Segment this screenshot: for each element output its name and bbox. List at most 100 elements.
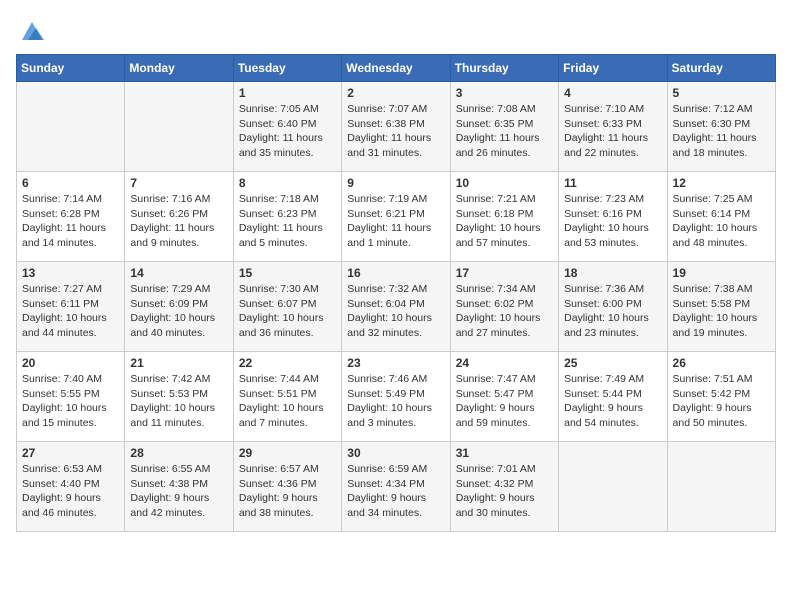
day-number: 29 xyxy=(239,446,336,460)
day-info: Sunrise: 7:25 AMSunset: 6:14 PMDaylight:… xyxy=(673,192,770,251)
weekday-header: Tuesday xyxy=(233,55,341,82)
calendar-cell: 14 Sunrise: 7:29 AMSunset: 6:09 PMDayligh… xyxy=(125,262,233,352)
page-header xyxy=(16,16,776,44)
day-number: 31 xyxy=(456,446,553,460)
day-info: Sunrise: 7:23 AMSunset: 6:16 PMDaylight:… xyxy=(564,192,661,251)
calendar-header-row: SundayMondayTuesdayWednesdayThursdayFrid… xyxy=(17,55,776,82)
day-info: Sunrise: 7:10 AMSunset: 6:33 PMDaylight:… xyxy=(564,102,661,161)
day-number: 25 xyxy=(564,356,661,370)
day-number: 14 xyxy=(130,266,227,280)
day-number: 30 xyxy=(347,446,444,460)
day-info: Sunrise: 7:46 AMSunset: 5:49 PMDaylight:… xyxy=(347,372,444,431)
day-info: Sunrise: 7:08 AMSunset: 6:35 PMDaylight:… xyxy=(456,102,553,161)
day-info: Sunrise: 7:29 AMSunset: 6:09 PMDaylight:… xyxy=(130,282,227,341)
calendar-cell: 6 Sunrise: 7:14 AMSunset: 6:28 PMDaylight… xyxy=(17,172,125,262)
day-info: Sunrise: 7:38 AMSunset: 5:58 PMDaylight:… xyxy=(673,282,770,341)
day-number: 17 xyxy=(456,266,553,280)
calendar-cell: 20 Sunrise: 7:40 AMSunset: 5:55 PMDayligh… xyxy=(17,352,125,442)
calendar-cell: 16 Sunrise: 7:32 AMSunset: 6:04 PMDayligh… xyxy=(342,262,450,352)
calendar-cell: 5 Sunrise: 7:12 AMSunset: 6:30 PMDaylight… xyxy=(667,82,775,172)
day-info: Sunrise: 6:57 AMSunset: 4:36 PMDaylight:… xyxy=(239,462,336,521)
calendar-cell: 30 Sunrise: 6:59 AMSunset: 4:34 PMDayligh… xyxy=(342,442,450,532)
weekday-header: Saturday xyxy=(667,55,775,82)
calendar-cell xyxy=(125,82,233,172)
day-info: Sunrise: 7:12 AMSunset: 6:30 PMDaylight:… xyxy=(673,102,770,161)
calendar-cell: 18 Sunrise: 7:36 AMSunset: 6:00 PMDayligh… xyxy=(559,262,667,352)
day-number: 2 xyxy=(347,86,444,100)
day-number: 7 xyxy=(130,176,227,190)
calendar-week-row: 6 Sunrise: 7:14 AMSunset: 6:28 PMDaylight… xyxy=(17,172,776,262)
calendar-cell: 21Sunrise: 7:42 AMSunset: 5:53 PMDayligh… xyxy=(125,352,233,442)
weekday-header: Thursday xyxy=(450,55,558,82)
day-number: 20 xyxy=(22,356,119,370)
calendar-cell: 13Sunrise: 7:27 AMSunset: 6:11 PMDayligh… xyxy=(17,262,125,352)
day-number: 6 xyxy=(22,176,119,190)
day-info: Sunrise: 7:30 AMSunset: 6:07 PMDaylight:… xyxy=(239,282,336,341)
calendar-week-row: 13Sunrise: 7:27 AMSunset: 6:11 PMDayligh… xyxy=(17,262,776,352)
day-number: 22 xyxy=(239,356,336,370)
calendar-cell: 19Sunrise: 7:38 AMSunset: 5:58 PMDayligh… xyxy=(667,262,775,352)
day-number: 10 xyxy=(456,176,553,190)
day-info: Sunrise: 7:01 AMSunset: 4:32 PMDaylight:… xyxy=(456,462,553,521)
calendar-cell: 28Sunrise: 6:55 AMSunset: 4:38 PMDayligh… xyxy=(125,442,233,532)
calendar-cell: 2 Sunrise: 7:07 AMSunset: 6:38 PMDaylight… xyxy=(342,82,450,172)
calendar-cell: 3 Sunrise: 7:08 AMSunset: 6:35 PMDaylight… xyxy=(450,82,558,172)
calendar-cell: 31 Sunrise: 7:01 AMSunset: 4:32 PMDayligh… xyxy=(450,442,558,532)
calendar-cell: 25 Sunrise: 7:49 AMSunset: 5:44 PMDayligh… xyxy=(559,352,667,442)
day-number: 18 xyxy=(564,266,661,280)
calendar-cell: 8 Sunrise: 7:18 AMSunset: 6:23 PMDaylight… xyxy=(233,172,341,262)
day-info: Sunrise: 7:07 AMSunset: 6:38 PMDaylight:… xyxy=(347,102,444,161)
day-info: Sunrise: 7:14 AMSunset: 6:28 PMDaylight:… xyxy=(22,192,119,251)
calendar-cell: 11 Sunrise: 7:23 AMSunset: 6:16 PMDayligh… xyxy=(559,172,667,262)
day-number: 21 xyxy=(130,356,227,370)
day-number: 9 xyxy=(347,176,444,190)
day-number: 15 xyxy=(239,266,336,280)
calendar-cell: 9 Sunrise: 7:19 AMSunset: 6:21 PMDaylight… xyxy=(342,172,450,262)
logo xyxy=(16,16,46,44)
calendar-cell: 1Sunrise: 7:05 AMSunset: 6:40 PMDaylight… xyxy=(233,82,341,172)
weekday-header: Sunday xyxy=(17,55,125,82)
day-number: 8 xyxy=(239,176,336,190)
calendar-cell: 10 Sunrise: 7:21 AMSunset: 6:18 PMDayligh… xyxy=(450,172,558,262)
day-info: Sunrise: 7:18 AMSunset: 6:23 PMDaylight:… xyxy=(239,192,336,251)
day-number: 23 xyxy=(347,356,444,370)
calendar-cell: 26 Sunrise: 7:51 AMSunset: 5:42 PMDayligh… xyxy=(667,352,775,442)
day-number: 12 xyxy=(673,176,770,190)
calendar-cell xyxy=(667,442,775,532)
day-info: Sunrise: 7:40 AMSunset: 5:55 PMDaylight:… xyxy=(22,372,119,431)
logo-icon xyxy=(18,16,46,44)
day-info: Sunrise: 7:51 AMSunset: 5:42 PMDaylight:… xyxy=(673,372,770,431)
day-info: Sunrise: 6:55 AMSunset: 4:38 PMDaylight:… xyxy=(130,462,227,521)
day-number: 11 xyxy=(564,176,661,190)
day-info: Sunrise: 7:16 AMSunset: 6:26 PMDaylight:… xyxy=(130,192,227,251)
day-number: 26 xyxy=(673,356,770,370)
day-info: Sunrise: 7:34 AMSunset: 6:02 PMDaylight:… xyxy=(456,282,553,341)
day-info: Sunrise: 7:44 AMSunset: 5:51 PMDaylight:… xyxy=(239,372,336,431)
calendar-cell: 4 Sunrise: 7:10 AMSunset: 6:33 PMDaylight… xyxy=(559,82,667,172)
day-number: 4 xyxy=(564,86,661,100)
day-info: Sunrise: 6:59 AMSunset: 4:34 PMDaylight:… xyxy=(347,462,444,521)
day-info: Sunrise: 7:47 AMSunset: 5:47 PMDaylight:… xyxy=(456,372,553,431)
day-info: Sunrise: 7:36 AMSunset: 6:00 PMDaylight:… xyxy=(564,282,661,341)
calendar-cell: 24Sunrise: 7:47 AMSunset: 5:47 PMDayligh… xyxy=(450,352,558,442)
calendar-week-row: 27Sunrise: 6:53 AMSunset: 4:40 PMDayligh… xyxy=(17,442,776,532)
day-info: Sunrise: 7:49 AMSunset: 5:44 PMDaylight:… xyxy=(564,372,661,431)
calendar-cell: 12 Sunrise: 7:25 AMSunset: 6:14 PMDayligh… xyxy=(667,172,775,262)
calendar-cell xyxy=(559,442,667,532)
day-number: 16 xyxy=(347,266,444,280)
calendar-cell: 7 Sunrise: 7:16 AMSunset: 6:26 PMDaylight… xyxy=(125,172,233,262)
day-info: Sunrise: 7:19 AMSunset: 6:21 PMDaylight:… xyxy=(347,192,444,251)
day-info: Sunrise: 7:21 AMSunset: 6:18 PMDaylight:… xyxy=(456,192,553,251)
calendar-table: SundayMondayTuesdayWednesdayThursdayFrid… xyxy=(16,54,776,532)
weekday-header: Wednesday xyxy=(342,55,450,82)
day-info: Sunrise: 6:53 AMSunset: 4:40 PMDaylight:… xyxy=(22,462,119,521)
calendar-week-row: 1Sunrise: 7:05 AMSunset: 6:40 PMDaylight… xyxy=(17,82,776,172)
day-number: 5 xyxy=(673,86,770,100)
day-info: Sunrise: 7:32 AMSunset: 6:04 PMDaylight:… xyxy=(347,282,444,341)
calendar-week-row: 20 Sunrise: 7:40 AMSunset: 5:55 PMDayligh… xyxy=(17,352,776,442)
day-number: 3 xyxy=(456,86,553,100)
day-info: Sunrise: 7:05 AMSunset: 6:40 PMDaylight:… xyxy=(239,102,336,161)
calendar-cell: 27Sunrise: 6:53 AMSunset: 4:40 PMDayligh… xyxy=(17,442,125,532)
day-info: Sunrise: 7:27 AMSunset: 6:11 PMDaylight:… xyxy=(22,282,119,341)
calendar-cell: 22 Sunrise: 7:44 AMSunset: 5:51 PMDayligh… xyxy=(233,352,341,442)
